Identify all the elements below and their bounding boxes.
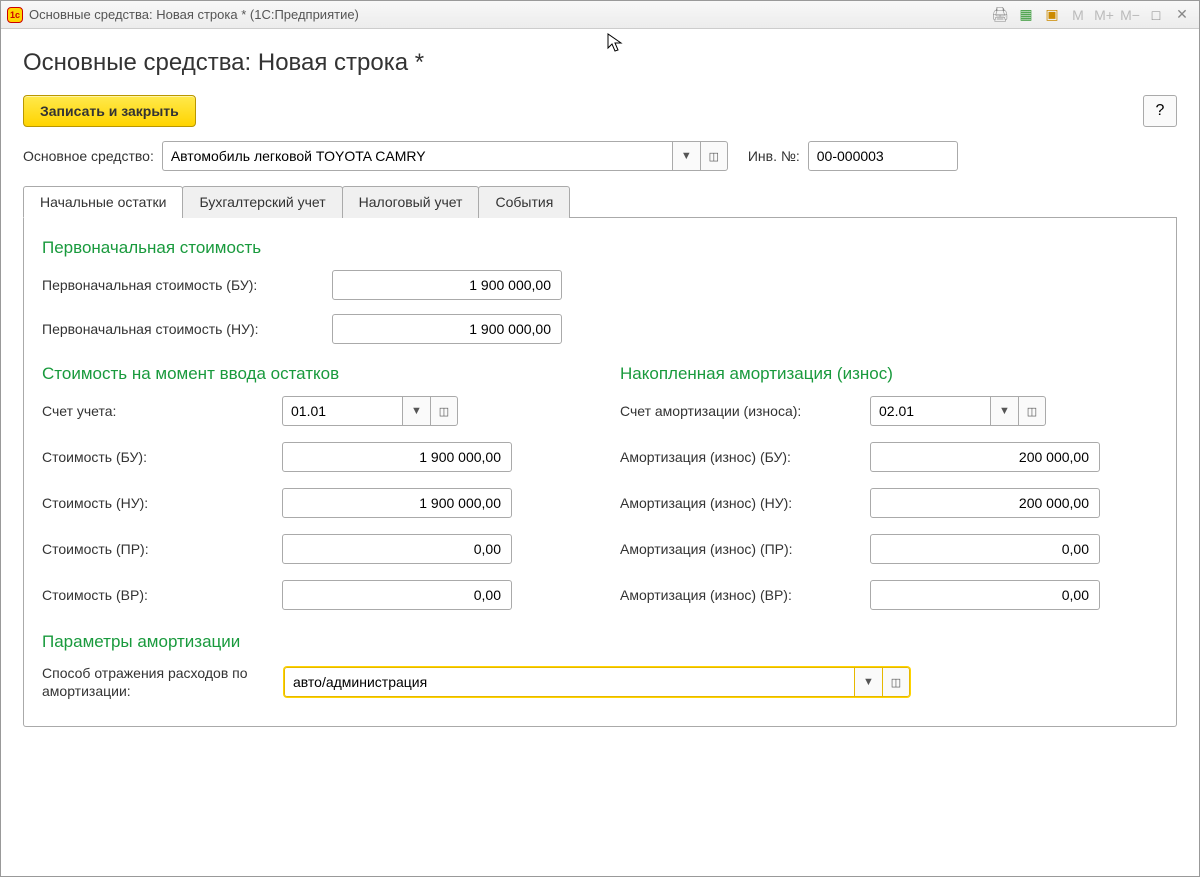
amort-bu-input[interactable]	[870, 442, 1100, 472]
initcost-nu-label: Первоначальная стоимость (НУ):	[42, 321, 332, 337]
dropdown-icon[interactable]: ▼	[402, 396, 430, 426]
amort-vr-label: Амортизация (износ) (ВР):	[620, 587, 870, 603]
save-close-button[interactable]: Записать и закрыть	[23, 95, 196, 127]
section-balance-cost: Стоимость на момент ввода остатков	[42, 364, 580, 384]
amort-vr-input[interactable]	[870, 580, 1100, 610]
asset-combo[interactable]: ▼ ◫	[162, 141, 728, 171]
cost-nu-label: Стоимость (НУ):	[42, 495, 282, 511]
acct-label: Счет учета:	[42, 403, 282, 419]
tabs: Начальные остатки Бухгалтерский учет Нал…	[23, 185, 1177, 218]
expense-method-input[interactable]	[284, 667, 854, 697]
calculator-icon[interactable]: ▦	[1015, 5, 1037, 25]
initcost-bu-label: Первоначальная стоимость (БУ):	[42, 277, 332, 293]
acct-input[interactable]	[282, 396, 402, 426]
memory-mminus-icon[interactable]: M−	[1119, 5, 1141, 25]
amort-pr-label: Амортизация (износ) (ПР):	[620, 541, 870, 557]
section-initial-cost: Первоначальная стоимость	[42, 238, 1158, 258]
maximize-icon[interactable]: □	[1145, 5, 1167, 25]
expense-method-combo[interactable]: ▼ ◫	[284, 667, 910, 697]
dropdown-icon[interactable]: ▼	[990, 396, 1018, 426]
cost-nu-input[interactable]	[282, 488, 512, 518]
cost-pr-input[interactable]	[282, 534, 512, 564]
cost-bu-input[interactable]	[282, 442, 512, 472]
cost-pr-label: Стоимость (ПР):	[42, 541, 282, 557]
cost-vr-input[interactable]	[282, 580, 512, 610]
initcost-bu-input[interactable]	[332, 270, 562, 300]
dropdown-icon[interactable]: ▼	[672, 141, 700, 171]
inv-label: Инв. №:	[748, 148, 800, 164]
cost-vr-label: Стоимость (ВР):	[42, 587, 282, 603]
amort-acct-label: Счет амортизации (износа):	[620, 403, 870, 419]
amort-acct-input[interactable]	[870, 396, 990, 426]
help-button[interactable]: ?	[1143, 95, 1177, 127]
asset-label: Основное средство:	[23, 148, 154, 164]
close-icon[interactable]: ✕	[1171, 5, 1193, 25]
open-icon[interactable]: ◫	[882, 667, 910, 697]
amort-nu-label: Амортизация (износ) (НУ):	[620, 495, 870, 511]
window-title: Основные средства: Новая строка * (1С:Пр…	[29, 7, 989, 22]
tab-accounting[interactable]: Бухгалтерский учет	[182, 186, 342, 218]
amort-acct-combo[interactable]: ▼ ◫	[870, 396, 1110, 426]
asset-input[interactable]	[162, 141, 672, 171]
dropdown-icon[interactable]: ▼	[854, 667, 882, 697]
cost-bu-label: Стоимость (БУ):	[42, 449, 282, 465]
memory-m-icon[interactable]: M	[1067, 5, 1089, 25]
open-icon[interactable]: ◫	[1018, 396, 1046, 426]
amort-nu-input[interactable]	[870, 488, 1100, 518]
print-icon[interactable]: 🖨	[989, 5, 1011, 25]
app-logo-icon: 1c	[7, 7, 23, 23]
window: 1c Основные средства: Новая строка * (1С…	[0, 0, 1200, 877]
tab-panel: Первоначальная стоимость Первоначальная …	[23, 218, 1177, 727]
tab-initial-balances[interactable]: Начальные остатки	[23, 186, 183, 218]
tab-events[interactable]: События	[478, 186, 570, 218]
initcost-nu-input[interactable]	[332, 314, 562, 344]
amort-bu-label: Амортизация (износ) (БУ):	[620, 449, 870, 465]
open-icon[interactable]: ◫	[430, 396, 458, 426]
calendar-icon[interactable]: ▣	[1041, 5, 1063, 25]
content-area: Основные средства: Новая строка * Записа…	[1, 29, 1199, 876]
page-title: Основные средства: Новая строка *	[23, 49, 1177, 77]
titlebar: 1c Основные средства: Новая строка * (1С…	[1, 1, 1199, 29]
inv-input[interactable]	[808, 141, 958, 171]
expense-method-label: Способ отражения расходов по амортизации…	[42, 664, 272, 700]
memory-mplus-icon[interactable]: M+	[1093, 5, 1115, 25]
tab-tax[interactable]: Налоговый учет	[342, 186, 480, 218]
section-params: Параметры амортизации	[42, 632, 1158, 652]
amort-pr-input[interactable]	[870, 534, 1100, 564]
acct-combo[interactable]: ▼ ◫	[282, 396, 522, 426]
open-icon[interactable]: ◫	[700, 141, 728, 171]
section-amort: Накопленная амортизация (износ)	[620, 364, 1158, 384]
